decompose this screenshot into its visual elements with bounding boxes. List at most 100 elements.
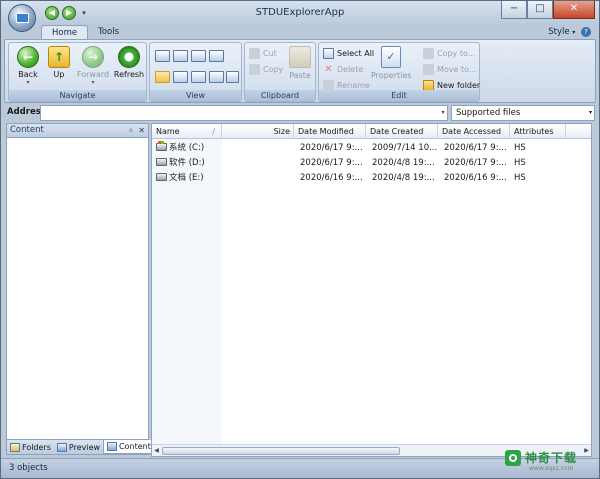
maximize-button[interactable]: □ — [527, 1, 553, 19]
status-text: 3 objects — [9, 463, 48, 473]
clipboard-group-label: Clipboard — [245, 90, 315, 101]
forward-button[interactable]: → Forward ▾ — [75, 46, 111, 86]
refresh-icon — [118, 46, 140, 68]
tab-preview[interactable]: Preview — [54, 440, 103, 454]
row-created: 2009/7/14 10... — [372, 143, 438, 153]
view-tiles-icon[interactable] — [209, 50, 224, 62]
view-small-icons-icon[interactable] — [191, 50, 206, 62]
pane-tabs: Folders Preview Content — [7, 439, 155, 454]
scrollbar-thumb[interactable] — [162, 447, 400, 455]
style-menu[interactable]: Style ▾ ? — [548, 27, 591, 37]
refresh-label: Refresh — [113, 70, 145, 79]
row-name-label: 软件 (D:) — [169, 158, 205, 168]
app-menu-orb[interactable] — [8, 4, 36, 32]
forward-label: Forward — [76, 70, 110, 79]
table-row[interactable]: 软件 (D:) 2020/6/17 9:... 2020/4/8 19:... … — [152, 156, 591, 171]
view-group: View — [149, 42, 242, 102]
row-name: 系统 (C:) — [152, 141, 222, 156]
column-date-accessed[interactable]: Date Accessed — [438, 124, 510, 139]
tab-content[interactable]: Content — [103, 440, 155, 454]
row-created: 2020/4/8 19:... — [372, 158, 435, 168]
copy-icon — [249, 64, 260, 75]
view-details-icon[interactable] — [155, 71, 170, 83]
copy-to-button[interactable]: Copy to... — [423, 47, 475, 60]
up-button[interactable]: ↑ Up — [44, 46, 74, 79]
column-header: Name ∕ Size Date Modified Date Created D… — [152, 124, 591, 139]
row-created: 2020/4/8 19:... — [372, 173, 435, 183]
up-folder-icon: ↑ — [48, 46, 70, 68]
drive-icon — [156, 157, 167, 166]
copy-to-label: Copy to... — [437, 49, 476, 58]
tab-folders-label: Folders — [22, 442, 51, 452]
pin-icon[interactable]: ᛜ — [128, 124, 133, 137]
pane-close-icon[interactable]: ✕ — [138, 124, 145, 137]
preview-icon — [56, 442, 67, 452]
column-size[interactable]: Size — [222, 124, 294, 139]
scissors-icon — [249, 48, 260, 59]
tab-folders[interactable]: Folders — [7, 440, 54, 454]
cut-button[interactable]: Cut — [249, 47, 277, 60]
table-row[interactable]: 系统 (C:) 2020/6/17 9:... 2009/7/14 10... … — [152, 141, 591, 156]
tab-home[interactable]: Home — [41, 25, 89, 40]
paste-button[interactable]: Paste — [285, 46, 315, 80]
delete-button[interactable]: ✕ Delete — [323, 63, 363, 76]
content-icon — [107, 442, 118, 451]
table-row[interactable]: 文档 (E:) 2020/6/16 9:... 2020/4/8 19:... … — [152, 171, 591, 186]
move-to-button[interactable]: Move to... — [423, 63, 477, 76]
edit-group-label: Edit — [319, 90, 479, 101]
select-all-button[interactable]: Select All — [323, 47, 374, 60]
view-list-icon[interactable] — [173, 71, 188, 83]
view-arrange-icon[interactable] — [226, 71, 239, 83]
copy-to-icon — [423, 48, 434, 59]
refresh-button[interactable]: Refresh — [112, 46, 146, 79]
column-name[interactable]: Name ∕ — [152, 124, 222, 139]
drive-icon — [156, 172, 167, 181]
move-to-icon — [423, 64, 434, 75]
row-name: 软件 (D:) — [152, 156, 222, 171]
view-large-icons-icon[interactable] — [155, 50, 170, 62]
app-window: ◀ ▶ ▾ STDUExplorerApp − □ ✕ Home Tools S… — [0, 0, 600, 479]
paste-label: Paste — [289, 71, 311, 80]
copy-label: Copy — [263, 65, 284, 74]
watermark-text: 神奇下载 — [525, 451, 578, 465]
column-date-created[interactable]: Date Created — [366, 124, 438, 139]
column-resize-icon: ∕ — [212, 127, 215, 136]
file-filter-select[interactable]: Supported files ▾ — [451, 105, 595, 121]
edit-group: Select All ✕ Delete Rename ✓ Properties … — [318, 42, 480, 102]
up-label: Up — [53, 70, 65, 79]
select-all-label: Select All — [337, 49, 375, 58]
close-button[interactable]: ✕ — [553, 1, 595, 19]
address-input[interactable] — [40, 105, 448, 121]
view-medium-icons-icon[interactable] — [173, 50, 188, 62]
address-dropdown-icon[interactable]: ▾ — [438, 106, 448, 120]
tab-tools[interactable]: Tools — [88, 25, 129, 40]
tab-content-label: Content — [119, 442, 151, 451]
cut-label: Cut — [263, 49, 277, 58]
copy-button[interactable]: Copy — [249, 63, 283, 76]
delete-x-icon: ✕ — [324, 64, 333, 75]
scroll-left-icon[interactable]: ◀ — [152, 446, 161, 456]
row-attributes: HS — [514, 158, 526, 168]
ribbon-tabs: Home Tools — [41, 25, 129, 40]
forward-dropdown-icon[interactable]: ▾ — [75, 79, 111, 86]
move-to-label: Move to... — [437, 65, 477, 74]
system-drive-icon — [156, 141, 167, 151]
row-size — [222, 141, 294, 156]
view-sort-icon[interactable] — [191, 71, 206, 83]
file-filter-value: Supported files — [456, 108, 521, 118]
new-folder-label: New folder — [437, 81, 481, 90]
row-size — [222, 156, 294, 171]
app-window-icon — [16, 13, 29, 23]
file-list: Name ∕ Size Date Modified Date Created D… — [151, 123, 592, 457]
properties-button[interactable]: ✓ Properties — [371, 46, 411, 80]
help-icon[interactable]: ? — [581, 27, 591, 37]
back-arrow-icon: ← — [17, 46, 39, 68]
caption-buttons: − □ ✕ — [501, 1, 595, 19]
minimize-button[interactable]: − — [501, 1, 527, 19]
back-button[interactable]: ← Back ▾ — [13, 46, 43, 86]
row-accessed: 2020/6/17 9:... — [444, 158, 507, 168]
column-date-modified[interactable]: Date Modified — [294, 124, 366, 139]
column-attributes[interactable]: Attributes — [510, 124, 566, 139]
view-group-by-icon[interactable] — [209, 71, 224, 83]
back-dropdown-icon[interactable]: ▾ — [13, 79, 43, 86]
